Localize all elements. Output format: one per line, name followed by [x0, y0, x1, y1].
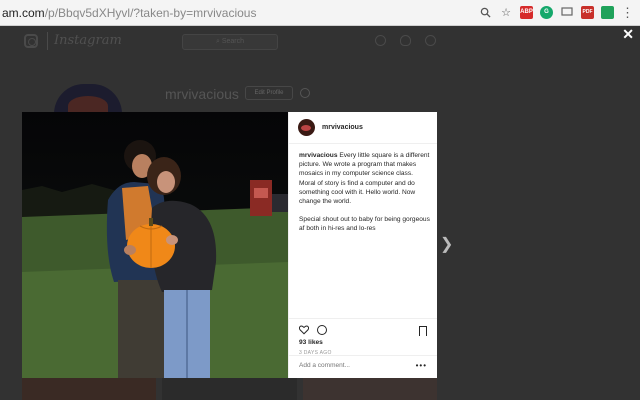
post-modal: mrvivacious mrvivacious Every little squ…: [22, 112, 437, 378]
url-host: am.com: [2, 6, 45, 20]
adblock-extension-icon[interactable]: ABP: [520, 5, 533, 19]
post-header: mrvivacious: [289, 112, 437, 144]
explore-icon: [375, 35, 386, 46]
address-field[interactable]: am.com/p/Bbqv5dXHyvl/?taken-by=mrvivacio…: [2, 6, 256, 20]
profile-avatar: [54, 84, 122, 114]
photo-illustration: [22, 112, 288, 378]
author-username[interactable]: mrvivacious: [322, 124, 363, 131]
grid-thumbnail: [162, 376, 297, 400]
browser-menu-icon[interactable]: ⋮: [621, 6, 634, 19]
cast-icon[interactable]: [560, 5, 574, 19]
more-options-icon[interactable]: •••: [416, 361, 427, 370]
post-details-panel: mrvivacious mrvivacious Every little squ…: [288, 112, 437, 378]
profile-icon: [425, 35, 436, 46]
profile-grid-thumbnails: [22, 376, 437, 400]
comment-bubble-icon[interactable]: [317, 325, 327, 335]
pdf-extension-icon[interactable]: PDF: [581, 5, 594, 19]
likes-count[interactable]: 93 likes: [299, 339, 323, 346]
close-icon[interactable]: ✕: [622, 26, 634, 43]
bookmark-icon[interactable]: [419, 326, 427, 336]
caption-username[interactable]: mrvivacious: [299, 152, 337, 159]
instagram-header: Instagram ⌕ Search: [0, 26, 640, 56]
grid-thumbnail: [22, 376, 157, 400]
browser-url-bar: am.com/p/Bbqv5dXHyvl/?taken-by=mrvivacio…: [0, 0, 640, 26]
edit-profile-button: Edit Profile: [245, 86, 293, 100]
activity-heart-icon: [400, 35, 411, 46]
instagram-nav: [375, 35, 436, 46]
like-heart-icon[interactable]: [299, 325, 309, 335]
url-path: /p/Bbqv5dXHyvl/?taken-by=mrvivacious: [44, 6, 257, 20]
post-photo[interactable]: [22, 112, 288, 378]
next-post-arrow-icon[interactable]: ❯: [440, 234, 453, 254]
comment-input[interactable]: [299, 362, 399, 369]
caption-first-paragraph: mrvivacious Every little square is a dif…: [299, 151, 431, 179]
author-avatar[interactable]: [298, 119, 315, 136]
profile-username: mrvivacious: [165, 86, 239, 102]
grammarly-extension-icon[interactable]: G: [540, 5, 553, 19]
post-caption: mrvivacious Every little square is a dif…: [299, 151, 431, 234]
grid-thumbnail: [302, 376, 437, 400]
caption-text-2: Moral of story is find a computer and do…: [299, 179, 416, 206]
settings-gear-icon: [300, 88, 310, 98]
search-placeholder: Search: [221, 38, 245, 45]
star-icon[interactable]: ☆: [499, 5, 513, 19]
green-extension-icon[interactable]: [601, 5, 614, 19]
zoom-icon[interactable]: [478, 5, 492, 19]
add-comment-bar: •••: [289, 355, 437, 378]
instagram-camera-icon: [24, 34, 38, 48]
header-divider: [47, 32, 48, 50]
browser-toolbar-icons: ☆ ABP G PDF ⋮: [478, 5, 634, 19]
search-input: ⌕ Search: [182, 34, 278, 50]
instagram-logo: Instagram: [54, 33, 122, 48]
caption-text-3: Special shout out to baby for being gorg…: [299, 216, 430, 233]
